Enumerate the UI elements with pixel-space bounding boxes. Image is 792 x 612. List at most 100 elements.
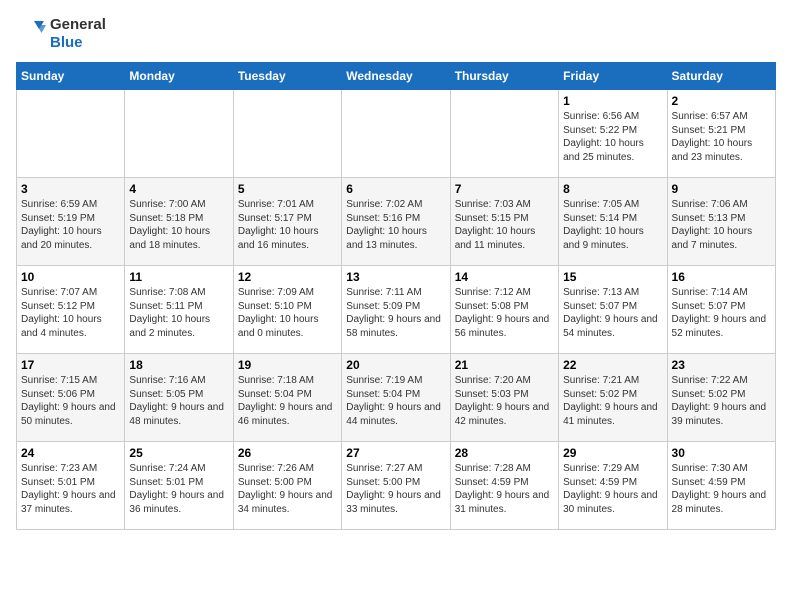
calendar-cell: 22 Sunrise: 7:21 AM Sunset: 5:02 PM Dayli… [559, 354, 667, 442]
logo-svg [16, 19, 46, 49]
calendar-cell [17, 90, 125, 178]
logo-general: General [50, 16, 106, 34]
day-number: 4 [129, 182, 228, 196]
day-number: 25 [129, 446, 228, 460]
day-info: Sunrise: 7:12 AM Sunset: 5:08 PM Dayligh… [455, 286, 554, 340]
day-number: 17 [21, 358, 120, 372]
day-number: 28 [455, 446, 554, 460]
day-number: 19 [238, 358, 337, 372]
calendar-cell: 8 Sunrise: 7:05 AM Sunset: 5:14 PM Daylig… [559, 178, 667, 266]
calendar-cell: 24 Sunrise: 7:23 AM Sunset: 5:01 PM Dayli… [17, 442, 125, 530]
day-info: Sunrise: 7:15 AM Sunset: 5:06 PM Dayligh… [21, 374, 120, 428]
day-number: 12 [238, 270, 337, 284]
logo-blue: Blue [50, 34, 106, 52]
calendar-cell: 6Sunrise: 7:02 AM Sunset: 5:16 PM Daylig… [342, 178, 450, 266]
calendar-cell [125, 90, 233, 178]
calendar-cell: 18 Sunrise: 7:16 AM Sunset: 5:05 PM Dayli… [125, 354, 233, 442]
day-number: 30 [672, 446, 771, 460]
day-info: Sunrise: 7:24 AM Sunset: 5:01 PM Dayligh… [129, 462, 228, 516]
calendar-cell: 23Sunrise: 7:22 AM Sunset: 5:02 PM Dayli… [667, 354, 775, 442]
calendar-cell: 16 Sunrise: 7:14 AM Sunset: 5:07 PM Dayli… [667, 266, 775, 354]
day-number: 23 [672, 358, 771, 372]
calendar-cell: 19 Sunrise: 7:18 AM Sunset: 5:04 PM Dayli… [233, 354, 341, 442]
day-number: 16 [672, 270, 771, 284]
day-number: 8 [563, 182, 662, 196]
calendar-cell: 14 Sunrise: 7:12 AM Sunset: 5:08 PM Dayli… [450, 266, 558, 354]
day-info: Sunrise: 7:07 AM Sunset: 5:12 PM Dayligh… [21, 286, 120, 340]
calendar-cell: 30 Sunrise: 7:30 AM Sunset: 4:59 PM Dayli… [667, 442, 775, 530]
day-info: Sunrise: 7:18 AM Sunset: 5:04 PM Dayligh… [238, 374, 337, 428]
day-number: 24 [21, 446, 120, 460]
weekday-header: Saturday [667, 63, 775, 90]
day-number: 20 [346, 358, 445, 372]
day-info: Sunrise: 7:11 AM Sunset: 5:09 PM Dayligh… [346, 286, 445, 340]
calendar-cell: 27 Sunrise: 7:27 AM Sunset: 5:00 PM Dayli… [342, 442, 450, 530]
day-number: 18 [129, 358, 228, 372]
calendar-cell: 29 Sunrise: 7:29 AM Sunset: 4:59 PM Dayli… [559, 442, 667, 530]
day-number: 7 [455, 182, 554, 196]
day-number: 27 [346, 446, 445, 460]
day-info: Sunrise: 7:02 AM Sunset: 5:16 PM Dayligh… [346, 198, 445, 252]
day-info: Sunrise: 7:09 AM Sunset: 5:10 PM Dayligh… [238, 286, 337, 340]
day-info: Sunrise: 7:29 AM Sunset: 4:59 PM Dayligh… [563, 462, 662, 516]
day-info: Sunrise: 7:00 AM Sunset: 5:18 PM Dayligh… [129, 198, 228, 252]
day-info: Sunrise: 7:05 AM Sunset: 5:14 PM Dayligh… [563, 198, 662, 252]
calendar-cell: 28 Sunrise: 7:28 AM Sunset: 4:59 PM Dayli… [450, 442, 558, 530]
day-info: Sunrise: 7:19 AM Sunset: 5:04 PM Dayligh… [346, 374, 445, 428]
calendar-header: SundayMondayTuesdayWednesdayThursdayFrid… [17, 63, 776, 90]
day-number: 9 [672, 182, 771, 196]
day-number: 26 [238, 446, 337, 460]
day-number: 11 [129, 270, 228, 284]
calendar-cell: 12 Sunrise: 7:09 AM Sunset: 5:10 PM Dayli… [233, 266, 341, 354]
calendar-cell [450, 90, 558, 178]
day-info: Sunrise: 7:06 AM Sunset: 5:13 PM Dayligh… [672, 198, 771, 252]
calendar-cell: 1 Sunrise: 6:56 AM Sunset: 5:22 PM Daylig… [559, 90, 667, 178]
weekday-header: Sunday [17, 63, 125, 90]
calendar-cell: 21 Sunrise: 7:20 AM Sunset: 5:03 PM Dayli… [450, 354, 558, 442]
day-info: Sunrise: 7:26 AM Sunset: 5:00 PM Dayligh… [238, 462, 337, 516]
calendar-cell: 3 Sunrise: 6:59 AM Sunset: 5:19 PM Daylig… [17, 178, 125, 266]
day-number: 15 [563, 270, 662, 284]
day-number: 14 [455, 270, 554, 284]
day-info: Sunrise: 6:56 AM Sunset: 5:22 PM Dayligh… [563, 110, 662, 164]
day-number: 3 [21, 182, 120, 196]
calendar-table: SundayMondayTuesdayWednesdayThursdayFrid… [16, 62, 776, 530]
weekday-header: Thursday [450, 63, 558, 90]
day-info: Sunrise: 7:14 AM Sunset: 5:07 PM Dayligh… [672, 286, 771, 340]
day-info: Sunrise: 7:16 AM Sunset: 5:05 PM Dayligh… [129, 374, 228, 428]
calendar-cell: 25 Sunrise: 7:24 AM Sunset: 5:01 PM Dayli… [125, 442, 233, 530]
calendar-cell: 7 Sunrise: 7:03 AM Sunset: 5:15 PM Daylig… [450, 178, 558, 266]
day-info: Sunrise: 7:21 AM Sunset: 5:02 PM Dayligh… [563, 374, 662, 428]
day-number: 1 [563, 94, 662, 108]
day-info: Sunrise: 7:23 AM Sunset: 5:01 PM Dayligh… [21, 462, 120, 516]
weekday-header: Friday [559, 63, 667, 90]
day-number: 10 [21, 270, 120, 284]
day-number: 21 [455, 358, 554, 372]
day-number: 5 [238, 182, 337, 196]
day-number: 22 [563, 358, 662, 372]
day-info: Sunrise: 7:28 AM Sunset: 4:59 PM Dayligh… [455, 462, 554, 516]
calendar-cell: 17 Sunrise: 7:15 AM Sunset: 5:06 PM Dayli… [17, 354, 125, 442]
day-number: 29 [563, 446, 662, 460]
day-info: Sunrise: 7:03 AM Sunset: 5:15 PM Dayligh… [455, 198, 554, 252]
day-info: Sunrise: 7:13 AM Sunset: 5:07 PM Dayligh… [563, 286, 662, 340]
weekday-header: Tuesday [233, 63, 341, 90]
day-info: Sunrise: 7:20 AM Sunset: 5:03 PM Dayligh… [455, 374, 554, 428]
day-info: Sunrise: 6:59 AM Sunset: 5:19 PM Dayligh… [21, 198, 120, 252]
calendar-cell: 15 Sunrise: 7:13 AM Sunset: 5:07 PM Dayli… [559, 266, 667, 354]
calendar-cell: 11 Sunrise: 7:08 AM Sunset: 5:11 PM Dayli… [125, 266, 233, 354]
calendar-cell: 4 Sunrise: 7:00 AM Sunset: 5:18 PM Daylig… [125, 178, 233, 266]
day-info: Sunrise: 6:57 AM Sunset: 5:21 PM Dayligh… [672, 110, 771, 164]
day-info: Sunrise: 7:30 AM Sunset: 4:59 PM Dayligh… [672, 462, 771, 516]
calendar-cell: 9 Sunrise: 7:06 AM Sunset: 5:13 PM Daylig… [667, 178, 775, 266]
calendar-cell [233, 90, 341, 178]
weekday-header: Monday [125, 63, 233, 90]
day-info: Sunrise: 7:27 AM Sunset: 5:00 PM Dayligh… [346, 462, 445, 516]
calendar-cell: 5 Sunrise: 7:01 AM Sunset: 5:17 PM Daylig… [233, 178, 341, 266]
day-number: 2 [672, 94, 771, 108]
calendar-cell: 2 Sunrise: 6:57 AM Sunset: 5:21 PM Daylig… [667, 90, 775, 178]
day-info: Sunrise: 7:01 AM Sunset: 5:17 PM Dayligh… [238, 198, 337, 252]
calendar-cell: 20 Sunrise: 7:19 AM Sunset: 5:04 PM Dayli… [342, 354, 450, 442]
day-info: Sunrise: 7:08 AM Sunset: 5:11 PM Dayligh… [129, 286, 228, 340]
calendar-cell [342, 90, 450, 178]
